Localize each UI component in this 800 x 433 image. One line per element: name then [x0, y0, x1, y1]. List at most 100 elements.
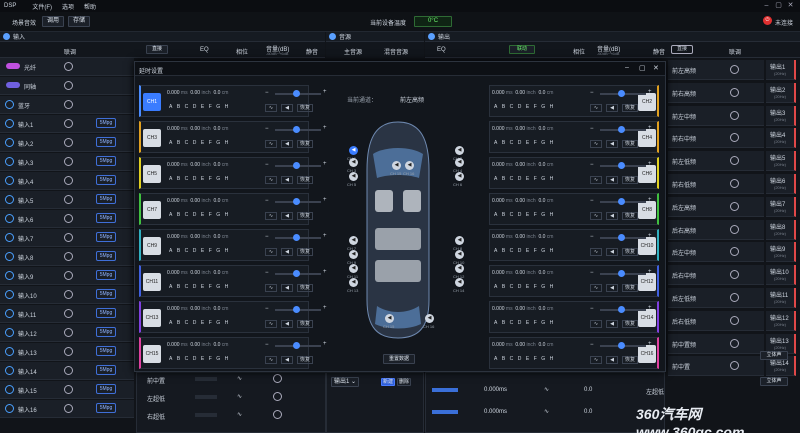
- slider-knob[interactable]: [618, 306, 625, 313]
- output-link-icon[interactable]: [730, 87, 739, 97]
- plus-icon[interactable]: +: [648, 233, 652, 239]
- restore-button[interactable]: 恢复: [297, 176, 313, 184]
- plus-icon[interactable]: +: [323, 269, 327, 275]
- bottom-wave-3[interactable]: ∿: [237, 411, 242, 418]
- speaker-icon[interactable]: ◀: [281, 176, 293, 184]
- channel-button[interactable]: CH6: [638, 165, 656, 183]
- delay-channel-card[interactable]: CH13 0.000 ms 0.00 inch 0.0 cm ABCDEFGH − + ∿…: [139, 301, 327, 333]
- plus-icon[interactable]: +: [648, 161, 652, 167]
- delete-button[interactable]: 删除: [397, 378, 411, 386]
- delay-channel-card[interactable]: CH2 0.000 ms 0.00 inch 0.0 cm ABCDEFGH − + ∿ ◀…: [489, 85, 659, 117]
- channel-button[interactable]: CH13: [143, 309, 161, 327]
- speaker-marker[interactable]: ◀: [455, 264, 464, 273]
- phase-icon[interactable]: ∿: [590, 140, 602, 148]
- input-row[interactable]: 同轴: [0, 77, 134, 95]
- restore-button[interactable]: 恢复: [622, 140, 638, 148]
- restore-button[interactable]: 恢复: [622, 104, 638, 112]
- input-link-icon[interactable]: [64, 290, 73, 299]
- input-link-icon[interactable]: [64, 328, 73, 337]
- speaker-icon[interactable]: ◀: [606, 104, 618, 112]
- speaker-marker[interactable]: ◀: [405, 161, 414, 170]
- delay-channel-card[interactable]: CH10 0.000 ms 0.00 inch 0.0 cm ABCDEFGH − + ∿…: [489, 229, 659, 261]
- output-channel-card[interactable]: 输出5 (20Hz): [766, 151, 796, 172]
- stereo-button[interactable]: 立体声: [760, 377, 788, 386]
- input-badge[interactable]: 5Mpg: [96, 346, 116, 356]
- output-channel-card[interactable]: 输出9 (20Hz): [766, 242, 796, 263]
- input-row[interactable]: 输入4 5Mpg: [0, 172, 134, 190]
- minimize-icon[interactable]: –: [762, 1, 771, 10]
- plus-icon[interactable]: +: [648, 305, 652, 311]
- delay-channel-card[interactable]: CH14 0.000 ms 0.00 inch 0.0 cm ABCDEFGH − + ∿…: [489, 301, 659, 333]
- phase-icon[interactable]: ∿: [590, 212, 602, 220]
- delay-values[interactable]: 0.000 ms 0.00 inch 0.0 cm: [167, 270, 228, 276]
- input-row[interactable]: 输入10 5Mpg: [0, 286, 134, 304]
- bottom-wave-2[interactable]: ∿: [237, 393, 242, 400]
- speaker-icon[interactable]: ◀: [281, 284, 293, 292]
- speaker-icon[interactable]: ◀: [281, 104, 293, 112]
- dialog-close-icon[interactable]: ✕: [653, 64, 659, 72]
- delay-values[interactable]: 0.000 ms 0.00 inch 0.0 cm: [167, 162, 228, 168]
- input-badge[interactable]: 5Mpg: [96, 137, 116, 147]
- restore-button[interactable]: 恢复: [297, 248, 313, 256]
- speaker-marker[interactable]: ◀: [349, 264, 358, 273]
- output-channel-card[interactable]: 输出6 (20Hz): [766, 174, 796, 194]
- input-row[interactable]: 输入14 5Mpg: [0, 362, 134, 380]
- delay-presets[interactable]: ABCDEFGH: [169, 320, 233, 326]
- input-badge[interactable]: 5Mpg: [96, 194, 116, 204]
- minus-icon[interactable]: −: [265, 306, 269, 312]
- dialog-minimize-icon[interactable]: –: [625, 64, 629, 71]
- slider-knob[interactable]: [618, 162, 625, 169]
- output-link-icon[interactable]: [730, 293, 739, 302]
- plus-icon[interactable]: +: [648, 89, 652, 95]
- speaker-marker[interactable]: ◀: [455, 250, 464, 259]
- output-row[interactable]: 后左低频: [668, 288, 764, 308]
- minus-icon[interactable]: −: [590, 162, 594, 168]
- phase-icon[interactable]: ∿: [590, 356, 602, 364]
- minus-icon[interactable]: −: [265, 162, 269, 168]
- input-link-icon[interactable]: [64, 366, 73, 375]
- speaker-marker[interactable]: ◀: [455, 146, 464, 155]
- output-link-icon[interactable]: [730, 110, 739, 120]
- output-channel-card[interactable]: 输出8 (20Hz): [766, 219, 796, 240]
- speaker-marker[interactable]: ◀: [455, 236, 464, 245]
- output-channel-card[interactable]: 输出7 (20Hz): [766, 196, 796, 217]
- plus-icon[interactable]: +: [323, 197, 327, 203]
- input-row[interactable]: 输入1 5Mpg: [0, 115, 134, 133]
- restore-button[interactable]: 恢复: [297, 140, 313, 148]
- slider-knob[interactable]: [293, 342, 300, 349]
- input-badge[interactable]: 5Mpg: [96, 175, 116, 185]
- input-row[interactable]: 输入2 5Mpg: [0, 134, 134, 152]
- close-icon[interactable]: ✕: [786, 1, 795, 10]
- delay-presets[interactable]: ABCDEFGH: [494, 212, 558, 218]
- output-channel-card[interactable]: 输出12 (20Hz): [766, 310, 796, 331]
- phase-icon[interactable]: ∿: [265, 104, 277, 112]
- bottom-link-3[interactable]: [273, 410, 282, 419]
- channel-button[interactable]: CH2: [638, 93, 656, 111]
- delay-values[interactable]: 0.000 ms 0.00 inch 0.0 cm: [492, 90, 553, 96]
- delay-values[interactable]: 0.000 ms 0.00 inch 0.0 cm: [492, 270, 553, 276]
- delay-values[interactable]: 0.000 ms 0.00 inch 0.0 cm: [167, 342, 228, 348]
- restore-button[interactable]: 恢复: [297, 212, 313, 220]
- output-link-icon[interactable]: [730, 133, 739, 143]
- input-link-icon[interactable]: [64, 404, 73, 413]
- input-link-icon[interactable]: [64, 252, 73, 261]
- speaker-marker[interactable]: ◀: [425, 314, 434, 323]
- input-badge[interactable]: 5Mpg: [96, 270, 116, 280]
- input-row[interactable]: 输入16 5Mpg: [0, 400, 134, 418]
- slider-knob[interactable]: [618, 342, 625, 349]
- input-badge[interactable]: 5Mpg: [96, 384, 116, 394]
- speaker-icon[interactable]: ◀: [606, 176, 618, 184]
- slider-knob[interactable]: [293, 162, 300, 169]
- channel-button[interactable]: CH9: [143, 237, 161, 255]
- speaker-icon[interactable]: ◀: [606, 356, 618, 364]
- slider-knob[interactable]: [618, 270, 625, 277]
- call-button[interactable]: 调用: [42, 16, 64, 27]
- delay-values[interactable]: 0.000 ms 0.00 inch 0.0 cm: [492, 234, 553, 240]
- speaker-icon[interactable]: ◀: [281, 356, 293, 364]
- slider-knob[interactable]: [293, 126, 300, 133]
- plus-icon[interactable]: +: [323, 89, 327, 95]
- restore-button[interactable]: 恢复: [622, 248, 638, 256]
- delay-channel-card[interactable]: CH6 0.000 ms 0.00 inch 0.0 cm ABCDEFGH − + ∿ ◀…: [489, 157, 659, 189]
- delay-channel-card[interactable]: CH15 0.000 ms 0.00 inch 0.0 cm ABCDEFGH − + ∿…: [139, 337, 327, 369]
- output-link-icon[interactable]: [730, 361, 739, 371]
